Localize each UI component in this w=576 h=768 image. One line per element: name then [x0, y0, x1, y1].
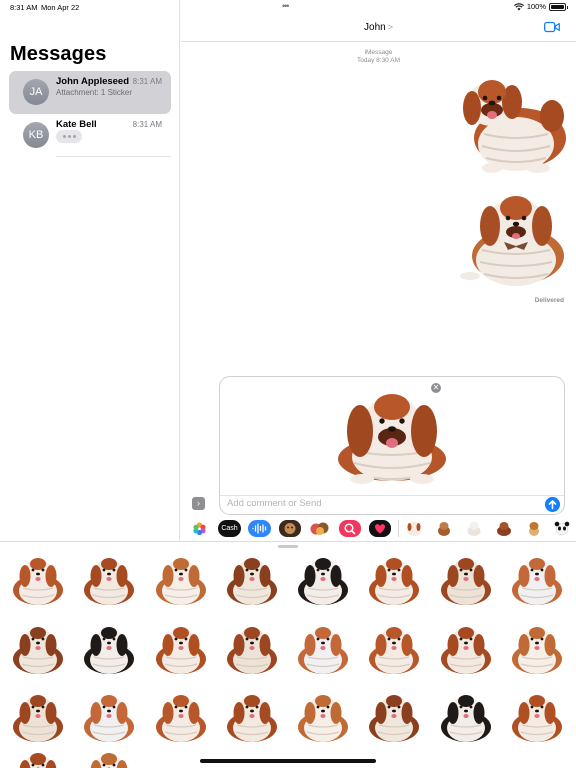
app-strip-divider [398, 520, 399, 537]
conversation-sidebar: Messages JA John Appleseed 8:31 AM Attac… [0, 0, 180, 541]
compose-box: ✕ Add comment or Send [219, 376, 565, 515]
photos-app-icon[interactable] [191, 520, 208, 537]
status-date: Mon Apr 22 [41, 3, 80, 12]
avatar: JA [23, 79, 49, 105]
delivered-status: Delivered [534, 297, 564, 304]
sticker-option[interactable] [369, 627, 419, 674]
wifi-icon [513, 2, 524, 10]
sticker-option[interactable] [298, 558, 348, 605]
sticker-option[interactable] [84, 627, 134, 674]
sticker-option[interactable] [441, 558, 491, 605]
conversation-row-john[interactable]: JA John Appleseed 8:31 AM Attachment: 1 … [9, 71, 171, 114]
contact-name: John [364, 22, 386, 33]
sticker-option[interactable] [84, 695, 134, 742]
conversation-time: 8:31 AM [132, 77, 162, 86]
sticker-option[interactable] [13, 558, 63, 605]
battery-percent: 100% [526, 2, 546, 11]
memoji-stickers-app-icon[interactable] [309, 520, 331, 537]
sticker-option[interactable] [13, 627, 63, 674]
sticker-option[interactable] [13, 753, 63, 768]
sent-sticker-dog[interactable] [456, 72, 570, 176]
sticker-attachment-preview[interactable] [334, 389, 450, 487]
sticker-option[interactable] [441, 695, 491, 742]
conversation-row-kate[interactable]: KB Kate Bell 8:31 AM [9, 114, 171, 157]
chat-header: John > [181, 14, 576, 42]
avatar: KB [23, 122, 49, 148]
row-divider [56, 156, 171, 157]
sticker-app-dog-icon[interactable] [525, 520, 543, 537]
send-button[interactable] [545, 497, 560, 512]
sticker-drawer [0, 541, 576, 768]
sticker-option[interactable] [227, 695, 277, 742]
sticker-app-panda-icon[interactable] [553, 520, 571, 537]
status-bar: 8:31 AM Mon Apr 22 ••• 100% [0, 0, 576, 14]
conversation-time: 8:31 AM [132, 120, 162, 129]
timestamp-label: Today 8:30 AM [357, 57, 400, 64]
conversation-name: John Appleseed [56, 76, 130, 87]
contact-title[interactable]: John > [181, 22, 576, 33]
sticker-option[interactable] [512, 695, 562, 742]
digital-touch-app-icon[interactable] [369, 520, 391, 537]
expand-apps-button[interactable]: › [192, 497, 205, 510]
sticker-option[interactable] [156, 558, 206, 605]
video-call-icon[interactable] [544, 21, 560, 33]
battery-icon [549, 2, 568, 11]
sticker-option[interactable] [298, 627, 348, 674]
conversation-preview: Attachment: 1 Sticker [56, 88, 133, 97]
image-search-app-icon[interactable] [339, 520, 361, 537]
multitasking-icon[interactable]: ••• [282, 1, 290, 11]
app-drawer-strip: Cash [181, 516, 576, 542]
apple-cash-app-icon[interactable]: Cash [218, 520, 241, 537]
audio-message-app-icon[interactable] [248, 520, 271, 537]
sticker-app-dog-icon[interactable] [435, 520, 453, 537]
sticker-option[interactable] [369, 558, 419, 605]
status-time: 8:31 AM [10, 3, 38, 12]
sidebar-title: Messages [10, 43, 107, 65]
service-label: iMessage [364, 49, 393, 56]
status-right: 100% [513, 2, 568, 11]
sticker-option[interactable] [227, 627, 277, 674]
sticker-option[interactable] [512, 627, 562, 674]
sticker-option[interactable] [13, 695, 63, 742]
sticker-app-dog-icon[interactable] [465, 520, 483, 537]
remove-attachment-button[interactable]: ✕ [431, 383, 441, 393]
memoji-app-icon[interactable] [279, 520, 301, 537]
sticker-option[interactable] [84, 558, 134, 605]
sticker-option[interactable] [369, 695, 419, 742]
sticker-option[interactable] [84, 753, 134, 768]
sticker-app-dog-icon[interactable] [405, 520, 423, 537]
sticker-option[interactable] [156, 695, 206, 742]
sticker-option[interactable] [227, 558, 277, 605]
home-indicator[interactable] [200, 759, 376, 763]
typing-indicator [56, 130, 82, 143]
sticker-option[interactable] [298, 695, 348, 742]
drawer-grabber[interactable] [278, 545, 298, 548]
sticker-grid [13, 558, 562, 768]
sent-sticker-dog[interactable] [458, 190, 568, 288]
sticker-option[interactable] [512, 558, 562, 605]
compose-divider [220, 495, 564, 496]
conversation-name: Kate Bell [56, 119, 97, 130]
sticker-option[interactable] [441, 627, 491, 674]
sticker-option[interactable] [156, 627, 206, 674]
message-input[interactable]: Add comment or Send [227, 498, 322, 509]
sticker-app-dog-icon[interactable] [495, 520, 513, 537]
chevron-right-icon: > [387, 22, 393, 32]
conversation-timestamp: iMessage Today 8:30 AM [181, 49, 576, 65]
